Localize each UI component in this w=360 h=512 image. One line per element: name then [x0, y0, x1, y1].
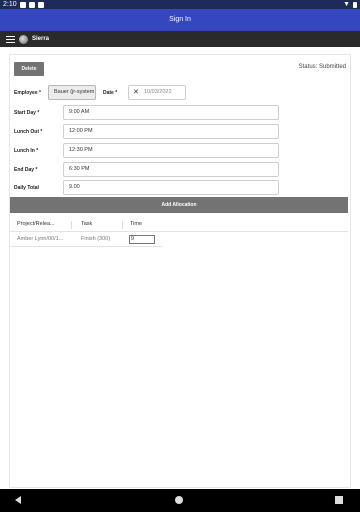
lunch-in-value: 12:30 PM — [69, 147, 93, 153]
date-field[interactable]: ✕ 10/03/2022 — [128, 85, 186, 100]
sierra-logo-icon — [19, 34, 28, 44]
nav-bar: Sierra — [0, 31, 360, 47]
start-day-value: 9:00 AM — [69, 109, 90, 115]
start-day-label: Start Day * — [14, 110, 40, 116]
clear-date-icon[interactable]: ✕ — [133, 86, 139, 99]
employee-field[interactable]: Bauer (jr-system — [48, 85, 96, 100]
header-title: Sign In — [169, 16, 191, 23]
lunch-in-label: Lunch In * — [14, 148, 39, 154]
column-separator — [71, 221, 72, 229]
employee-value: Bauer (jr-system — [54, 89, 95, 95]
lunch-out-field[interactable]: 12:00 PM — [63, 124, 279, 139]
nav-title: Sierra — [32, 36, 50, 42]
start-day-field[interactable]: 9:00 AM — [63, 105, 279, 120]
status-bar: 2:10 ▼ — [0, 0, 360, 9]
timesheet-panel: Delete Status: Submitted Employee * Baue… — [9, 54, 351, 488]
lunch-in-field[interactable]: 12:30 PM — [63, 143, 279, 158]
table-row[interactable]: Amber Lynn/00/1... Finish (300) 9 — [10, 232, 162, 247]
daily-total-field: 9.00 — [63, 180, 279, 195]
delete-button[interactable]: Delete — [14, 62, 44, 76]
column-header-time[interactable]: Time — [130, 217, 142, 232]
daily-total-value: 9.00 — [69, 184, 80, 190]
employee-label: Employee * — [14, 90, 41, 96]
cell-task: Finish (300) — [81, 236, 111, 242]
wifi-icon: ▼ — [343, 1, 350, 8]
menu-icon[interactable] — [6, 35, 15, 43]
cell-time: 9 — [131, 236, 135, 242]
end-day-label: End Day * — [14, 167, 38, 173]
column-header-project[interactable]: Project/Relea... — [17, 217, 55, 232]
app-icon — [28, 1, 35, 8]
notification-icon — [19, 1, 26, 8]
cell-project: Amber Lynn/00/1... — [17, 236, 64, 242]
date-value: 10/03/2022 — [144, 89, 172, 95]
time-input[interactable]: 9 — [129, 235, 155, 244]
app-icon — [37, 1, 44, 8]
table-header: Project/Relea... Task Time — [10, 217, 348, 232]
lunch-out-label: Lunch Out * — [14, 129, 43, 135]
battery-icon — [353, 1, 357, 8]
system-nav-bar — [0, 489, 360, 512]
status-text: Status: Submitted — [298, 64, 346, 70]
recent-apps-icon[interactable] — [335, 496, 343, 504]
end-day-field[interactable]: 6:30 PM — [63, 162, 279, 177]
column-header-task[interactable]: Task — [81, 217, 92, 232]
daily-total-label: Daily Total — [14, 185, 39, 191]
end-day-value: 6:30 PM — [69, 166, 90, 172]
lunch-out-value: 12:00 PM — [69, 128, 93, 134]
app-header: Sign In — [0, 9, 360, 31]
home-icon[interactable] — [175, 496, 183, 504]
date-label: Date * — [103, 90, 118, 96]
column-separator — [122, 221, 123, 229]
allocation-table: Project/Relea... Task Time Amber Lynn/00… — [10, 217, 348, 247]
add-allocation-button[interactable]: Add Allocation — [10, 197, 348, 213]
status-time: 2:10 — [3, 1, 17, 8]
back-icon[interactable] — [15, 496, 21, 504]
